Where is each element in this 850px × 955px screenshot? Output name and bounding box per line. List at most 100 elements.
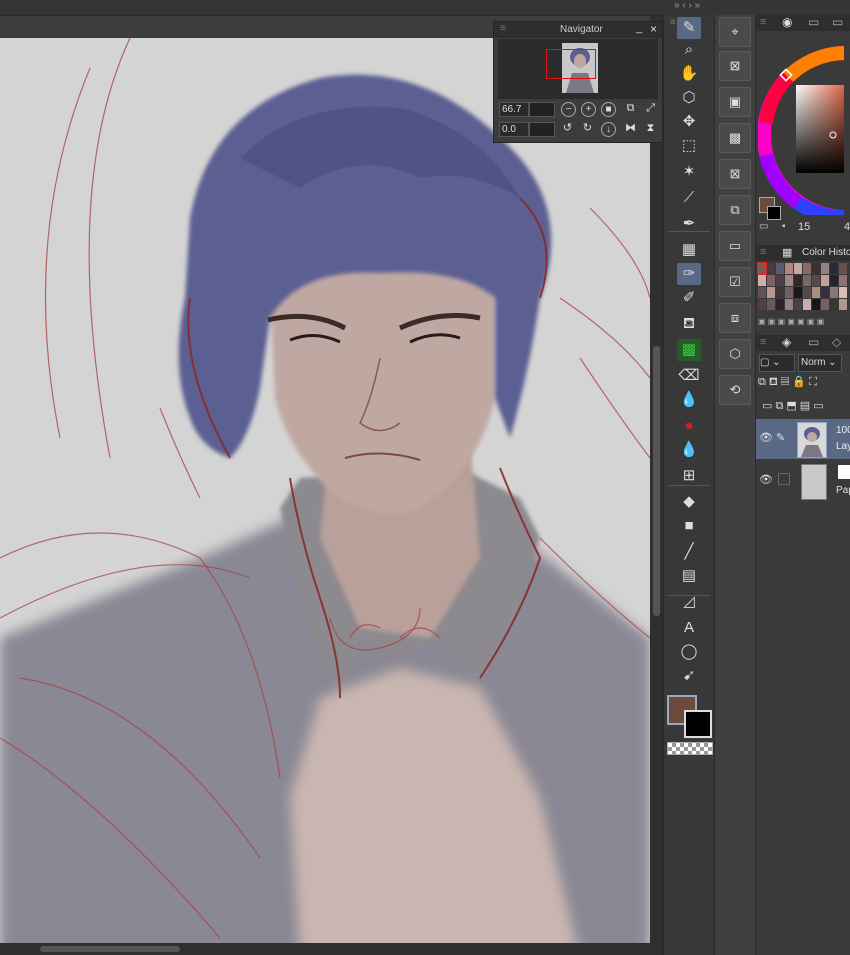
history-swatch[interactable]: [785, 263, 793, 274]
vertical-scroll-thumb[interactable]: [653, 346, 660, 616]
panel-toggle-icon[interactable]: ▭: [759, 221, 768, 232]
history-swatch[interactable]: [767, 299, 775, 310]
history-swatch[interactable]: [758, 287, 766, 298]
canvas-area[interactable]: [0, 16, 663, 955]
history-swatch[interactable]: [803, 299, 811, 310]
sub-tool-6-icon[interactable]: ⧉: [719, 195, 751, 225]
color-history-grid[interactable]: [757, 262, 850, 315]
layer-lock-icons[interactable]: ⧉ ⛾ ▤ 🔒 ⛶: [758, 375, 817, 390]
operation-tool-icon[interactable]: ➹: [677, 665, 701, 687]
grip-icon[interactable]: ≡: [760, 336, 766, 348]
canvas-horizontal-scrollbar[interactable]: [0, 943, 663, 955]
color-slider-tab-icon[interactable]: ▭: [832, 15, 843, 29]
flip-horizontal-icon[interactable]: ⧓: [624, 122, 637, 135]
layer-tab-icon[interactable]: ◈: [782, 335, 791, 349]
history-swatch[interactable]: [776, 263, 784, 274]
line-tool-icon[interactable]: ╱: [677, 541, 701, 563]
hand-tool-icon[interactable]: ✋: [677, 63, 701, 85]
grip-icon[interactable]: ≡: [500, 23, 506, 34]
history-swatch[interactable]: [803, 287, 811, 298]
balloon-tool-icon[interactable]: ◯: [677, 641, 701, 663]
layer-check-box[interactable]: [778, 473, 790, 485]
panel-collapse-icons[interactable]: » ‹ › »: [674, 0, 700, 11]
color-wheel-tab-icon[interactable]: ◉: [782, 15, 792, 29]
history-swatch[interactable]: [830, 263, 838, 274]
eye-icon[interactable]: 👁: [759, 431, 773, 445]
sub-tool-4-icon[interactable]: ▩: [719, 123, 751, 153]
history-swatch[interactable]: [812, 287, 820, 298]
fit-navigator-icon[interactable]: ⧉: [624, 102, 637, 115]
history-swatch[interactable]: [812, 299, 820, 310]
history-swatch[interactable]: [767, 275, 775, 286]
minimize-button[interactable]: _: [636, 22, 642, 34]
fill-tool-icon[interactable]: ◆: [677, 491, 701, 513]
history-swatch[interactable]: [830, 299, 838, 310]
history-swatch[interactable]: [821, 299, 829, 310]
panel-sub-color-swatch[interactable]: [767, 206, 781, 220]
move-tool-icon[interactable]: ✥: [677, 111, 701, 133]
fullscreen-icon[interactable]: ⤢: [644, 102, 657, 115]
tool-palette-grip-icon[interactable]: ≡: [670, 17, 710, 31]
text-tool-icon[interactable]: A: [677, 617, 701, 639]
history-swatch[interactable]: [839, 263, 847, 274]
fill-color-tool-icon[interactable]: ●: [677, 415, 701, 437]
color-history-tab[interactable]: Color Histo: [802, 247, 850, 258]
history-swatch[interactable]: [758, 299, 766, 310]
layer-property-tab-icon[interactable]: ▭: [808, 335, 819, 349]
history-swatch[interactable]: [794, 275, 802, 286]
color-panel-tabs[interactable]: ≡ ◉ ▭ ▭: [756, 15, 850, 31]
rotate-tool-icon[interactable]: ⬡: [677, 87, 701, 109]
history-swatch[interactable]: [776, 299, 784, 310]
layer-search-tab-icon[interactable]: ◇: [832, 335, 841, 349]
sub-tool-7-icon[interactable]: ▭: [719, 231, 751, 261]
history-swatch[interactable]: [767, 287, 775, 298]
history-swatch[interactable]: [776, 275, 784, 286]
history-swatch[interactable]: [821, 275, 829, 286]
fit-view-icon[interactable]: ■: [601, 102, 616, 117]
color-set-tab-icon[interactable]: ▭: [808, 15, 819, 29]
sub-tool-2-icon[interactable]: ⊠: [719, 51, 751, 81]
sub-tool-8-icon[interactable]: ☑: [719, 267, 751, 297]
history-swatch[interactable]: [794, 263, 802, 274]
history-swatch[interactable]: [830, 287, 838, 298]
transparent-color-swatch[interactable]: [667, 742, 713, 755]
smudge-tool-icon[interactable]: 💧: [677, 439, 701, 461]
history-controls[interactable]: ▣ ▣ ▣ ▣ ▣ ▣ ▣: [758, 317, 850, 327]
layer-row-1[interactable]: 👁 ✎ 100 Lay: [756, 419, 850, 459]
drawing-canvas[interactable]: [0, 38, 650, 955]
liquify-tool-icon[interactable]: ⊞: [677, 465, 701, 487]
eye-icon[interactable]: 👁: [759, 473, 773, 487]
color-wheel[interactable]: [758, 45, 844, 215]
history-swatch[interactable]: [812, 275, 820, 286]
history-swatch[interactable]: [794, 287, 802, 298]
zoom-out-icon[interactable]: −: [561, 102, 576, 117]
history-swatch[interactable]: [803, 263, 811, 274]
zoom-tool-icon[interactable]: ⌕: [677, 39, 701, 61]
zoom-slider[interactable]: [529, 102, 555, 117]
history-swatch[interactable]: [767, 263, 775, 274]
history-swatch[interactable]: [785, 299, 793, 310]
history-swatch[interactable]: [821, 263, 829, 274]
sub-color-swatch[interactable]: [684, 710, 712, 738]
layer-color-dropdown[interactable]: ▢ ⌄: [759, 354, 795, 372]
history-swatch[interactable]: [785, 287, 793, 298]
eyedropper-tool-icon[interactable]: ⟋: [677, 187, 701, 209]
history-swatch[interactable]: [803, 275, 811, 286]
eraser-tool-icon[interactable]: ⌫: [677, 365, 701, 387]
history-swatch[interactable]: [830, 275, 838, 286]
gradient-tool-icon[interactable]: ■: [677, 515, 701, 537]
navigator-view-rect[interactable]: [546, 49, 596, 79]
layer-2-name[interactable]: Pap: [836, 485, 850, 496]
canvas-vertical-scrollbar[interactable]: [650, 16, 663, 945]
grip-icon[interactable]: ≡: [760, 246, 766, 258]
navigator-title-bar[interactable]: ≡ Navigator _ ×: [494, 22, 662, 38]
history-swatch[interactable]: [785, 275, 793, 286]
history-swatch[interactable]: [776, 287, 784, 298]
blend-tool-icon[interactable]: 💧: [677, 389, 701, 411]
grip-icon[interactable]: ≡: [760, 16, 766, 28]
sub-tool-9-icon[interactable]: ⧈: [719, 303, 751, 333]
rotate-right-icon[interactable]: ↻: [581, 122, 594, 135]
sub-tool-10-icon[interactable]: ⬡: [719, 339, 751, 369]
sub-tool-5-icon[interactable]: ⊠: [719, 159, 751, 189]
history-swatch[interactable]: [812, 263, 820, 274]
